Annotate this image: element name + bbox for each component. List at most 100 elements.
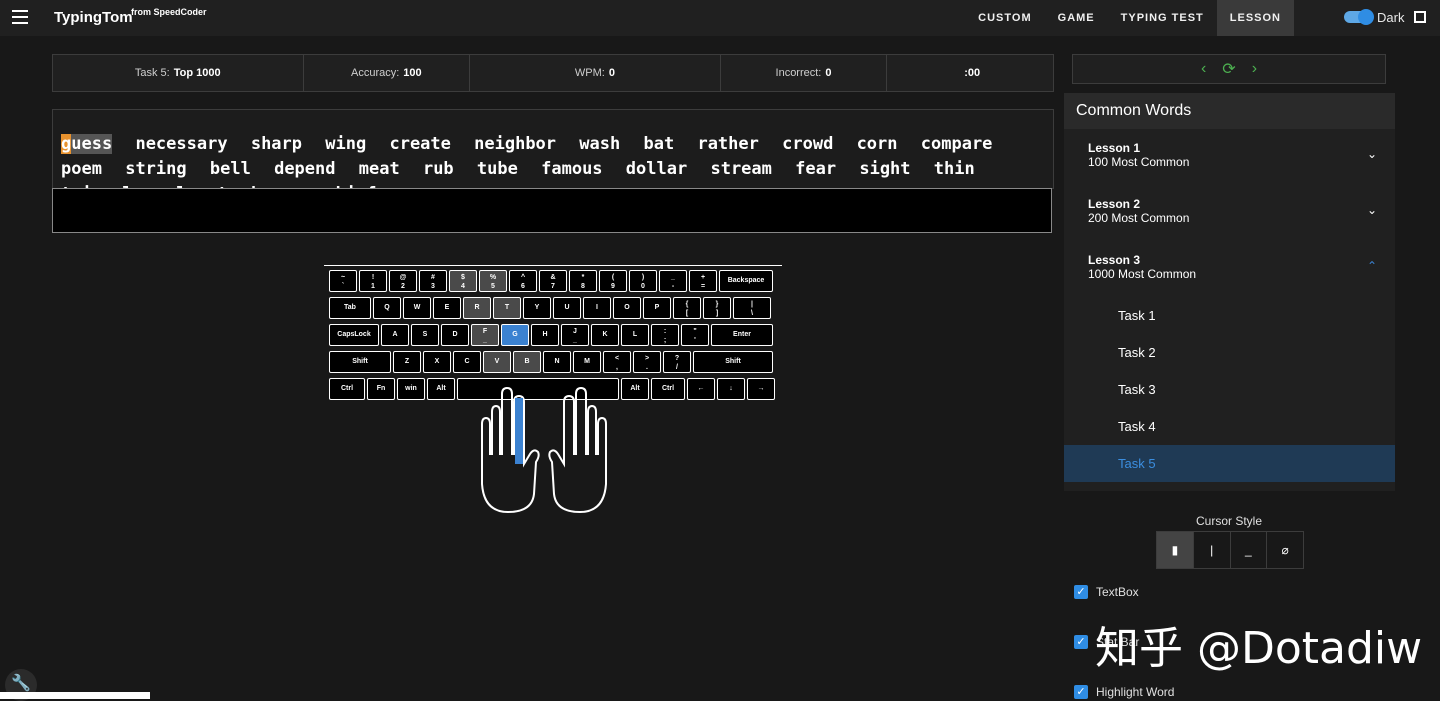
task-4[interactable]: Task 4 (1064, 408, 1395, 445)
key-([interactable]: (9 (599, 270, 627, 292)
key-z[interactable]: Z (393, 351, 421, 373)
key-e[interactable]: E (433, 297, 461, 319)
key-*[interactable]: * 8 (569, 270, 597, 292)
cursor-underline-button[interactable]: _ (1231, 532, 1268, 568)
key-→[interactable]: → (747, 378, 775, 400)
menu-icon[interactable] (12, 10, 28, 24)
key-t[interactable]: T (493, 297, 521, 319)
key-![interactable]: ! 1 (359, 270, 387, 292)
key-p[interactable]: P (643, 297, 671, 319)
key-ctrl[interactable]: Ctrl (651, 378, 685, 400)
task-5[interactable]: Task 5 (1064, 445, 1395, 482)
chevron-down-icon[interactable]: ⌄ (1367, 147, 1377, 161)
checkbox-checked-icon[interactable]: ✓ (1074, 685, 1088, 699)
key-fn[interactable]: Fn (367, 378, 395, 400)
key-&[interactable]: & 7 (539, 270, 567, 292)
key-s[interactable]: S (411, 324, 439, 346)
key-↓[interactable]: ↓ (717, 378, 745, 400)
brand-title[interactable]: TypingTom (54, 9, 133, 26)
key-x[interactable]: X (423, 351, 451, 373)
key-n[interactable]: N (543, 351, 571, 373)
key-w[interactable]: W (403, 297, 431, 319)
key-d[interactable]: D (441, 324, 469, 346)
typing-input[interactable] (52, 188, 1052, 233)
checkbox-checked-icon[interactable]: ✓ (1074, 585, 1088, 599)
cursor-bar-button[interactable]: | (1194, 532, 1231, 568)
textbox-option[interactable]: ✓ TextBox (1074, 585, 1139, 599)
key-:[interactable]: :; (651, 324, 679, 346)
cursor-block-button[interactable]: ▮ (1157, 532, 1194, 568)
key-<[interactable]: <, (603, 351, 631, 373)
key-v[interactable]: V (483, 351, 511, 373)
key-y[interactable]: Y (523, 297, 551, 319)
task-2[interactable]: Task 2 (1064, 334, 1395, 371)
key-f[interactable]: F _ (471, 324, 499, 346)
lesson-3-name: Lesson 3 (1088, 253, 1141, 267)
key-←[interactable]: ← (687, 378, 715, 400)
key-%[interactable]: % 5 (479, 270, 507, 292)
key-j[interactable]: J _ (561, 324, 589, 346)
lesson-2[interactable]: Lesson 2 200 Most Common ⌄ (1064, 185, 1395, 241)
key-|[interactable]: | \ (733, 297, 771, 319)
key-~[interactable]: ~ ` (329, 270, 357, 292)
key-l[interactable]: L (621, 324, 649, 346)
fullscreen-icon[interactable] (1414, 11, 1426, 23)
key-alt[interactable]: Alt (621, 378, 649, 400)
practice-word: fear (795, 159, 837, 179)
prev-arrow-icon[interactable]: ‹ (1201, 60, 1206, 78)
key-i[interactable]: I (583, 297, 611, 319)
key-h[interactable]: H (531, 324, 559, 346)
key-k[interactable]: K (591, 324, 619, 346)
key-{[interactable]: {[ (673, 297, 701, 319)
practice-word: stream (710, 159, 772, 179)
key-alt[interactable]: Alt (427, 378, 455, 400)
key-_[interactable]: _ - (659, 270, 687, 292)
nav-typing-test[interactable]: TYPING TEST (1108, 0, 1217, 36)
practice-word: rather (697, 134, 759, 154)
practice-word: wing (325, 134, 367, 154)
key-b[interactable]: B (513, 351, 541, 373)
key-backspace[interactable]: Backspace (719, 270, 773, 292)
key-+[interactable]: + = (689, 270, 717, 292)
key-c[interactable]: C (453, 351, 481, 373)
key-a[interactable]: A (381, 324, 409, 346)
key-"[interactable]: " ' (681, 324, 709, 346)
key-}[interactable]: }] (703, 297, 731, 319)
key-enter[interactable]: Enter (711, 324, 773, 346)
key-win[interactable]: win (397, 378, 425, 400)
chevron-up-icon[interactable]: ⌃ (1367, 259, 1377, 273)
nav-lesson[interactable]: LESSON (1216, 0, 1294, 36)
key-@[interactable]: @2 (389, 270, 417, 292)
key-)[interactable]: ) 0 (629, 270, 657, 292)
key-m[interactable]: M (573, 351, 601, 373)
key-ctrl[interactable]: Ctrl (329, 378, 365, 400)
dark-mode-toggle[interactable] (1344, 9, 1374, 25)
stat-task-value: Top 1000 (173, 67, 221, 79)
key-tab[interactable]: Tab (329, 297, 371, 319)
chevron-down-icon[interactable]: ⌄ (1367, 203, 1377, 217)
next-arrow-icon[interactable]: › (1252, 60, 1257, 78)
nav-game[interactable]: GAME (1045, 0, 1108, 36)
key-u[interactable]: U (553, 297, 581, 319)
refresh-icon[interactable]: ⟳ (1222, 59, 1235, 79)
lesson-1[interactable]: Lesson 1 100 Most Common ⌄ (1064, 129, 1395, 185)
task-1[interactable]: Task 1 (1064, 297, 1395, 334)
key-capslock[interactable]: CapsLock (329, 324, 379, 346)
key-r[interactable]: R (463, 297, 491, 319)
lesson-3[interactable]: Lesson 3 1000 Most Common ⌃ (1064, 241, 1395, 297)
key->[interactable]: >. (633, 351, 661, 373)
key-o[interactable]: O (613, 297, 641, 319)
key-$[interactable]: $4 (449, 270, 477, 292)
key-q[interactable]: Q (373, 297, 401, 319)
key-g[interactable]: G (501, 324, 529, 346)
highlight-word-option[interactable]: ✓ Highlight Word (1074, 685, 1174, 699)
key-?[interactable]: ? / (663, 351, 691, 373)
key-#[interactable]: #3 (419, 270, 447, 292)
key-shift[interactable]: Shift (693, 351, 773, 373)
nav-custom[interactable]: CUSTOM (965, 0, 1044, 36)
cursor-none-button[interactable]: ⌀ (1267, 532, 1303, 568)
task-3[interactable]: Task 3 (1064, 371, 1395, 408)
key-^[interactable]: ^ 6 (509, 270, 537, 292)
checkbox-checked-icon[interactable]: ✓ (1074, 635, 1088, 649)
key-shift[interactable]: Shift (329, 351, 391, 373)
